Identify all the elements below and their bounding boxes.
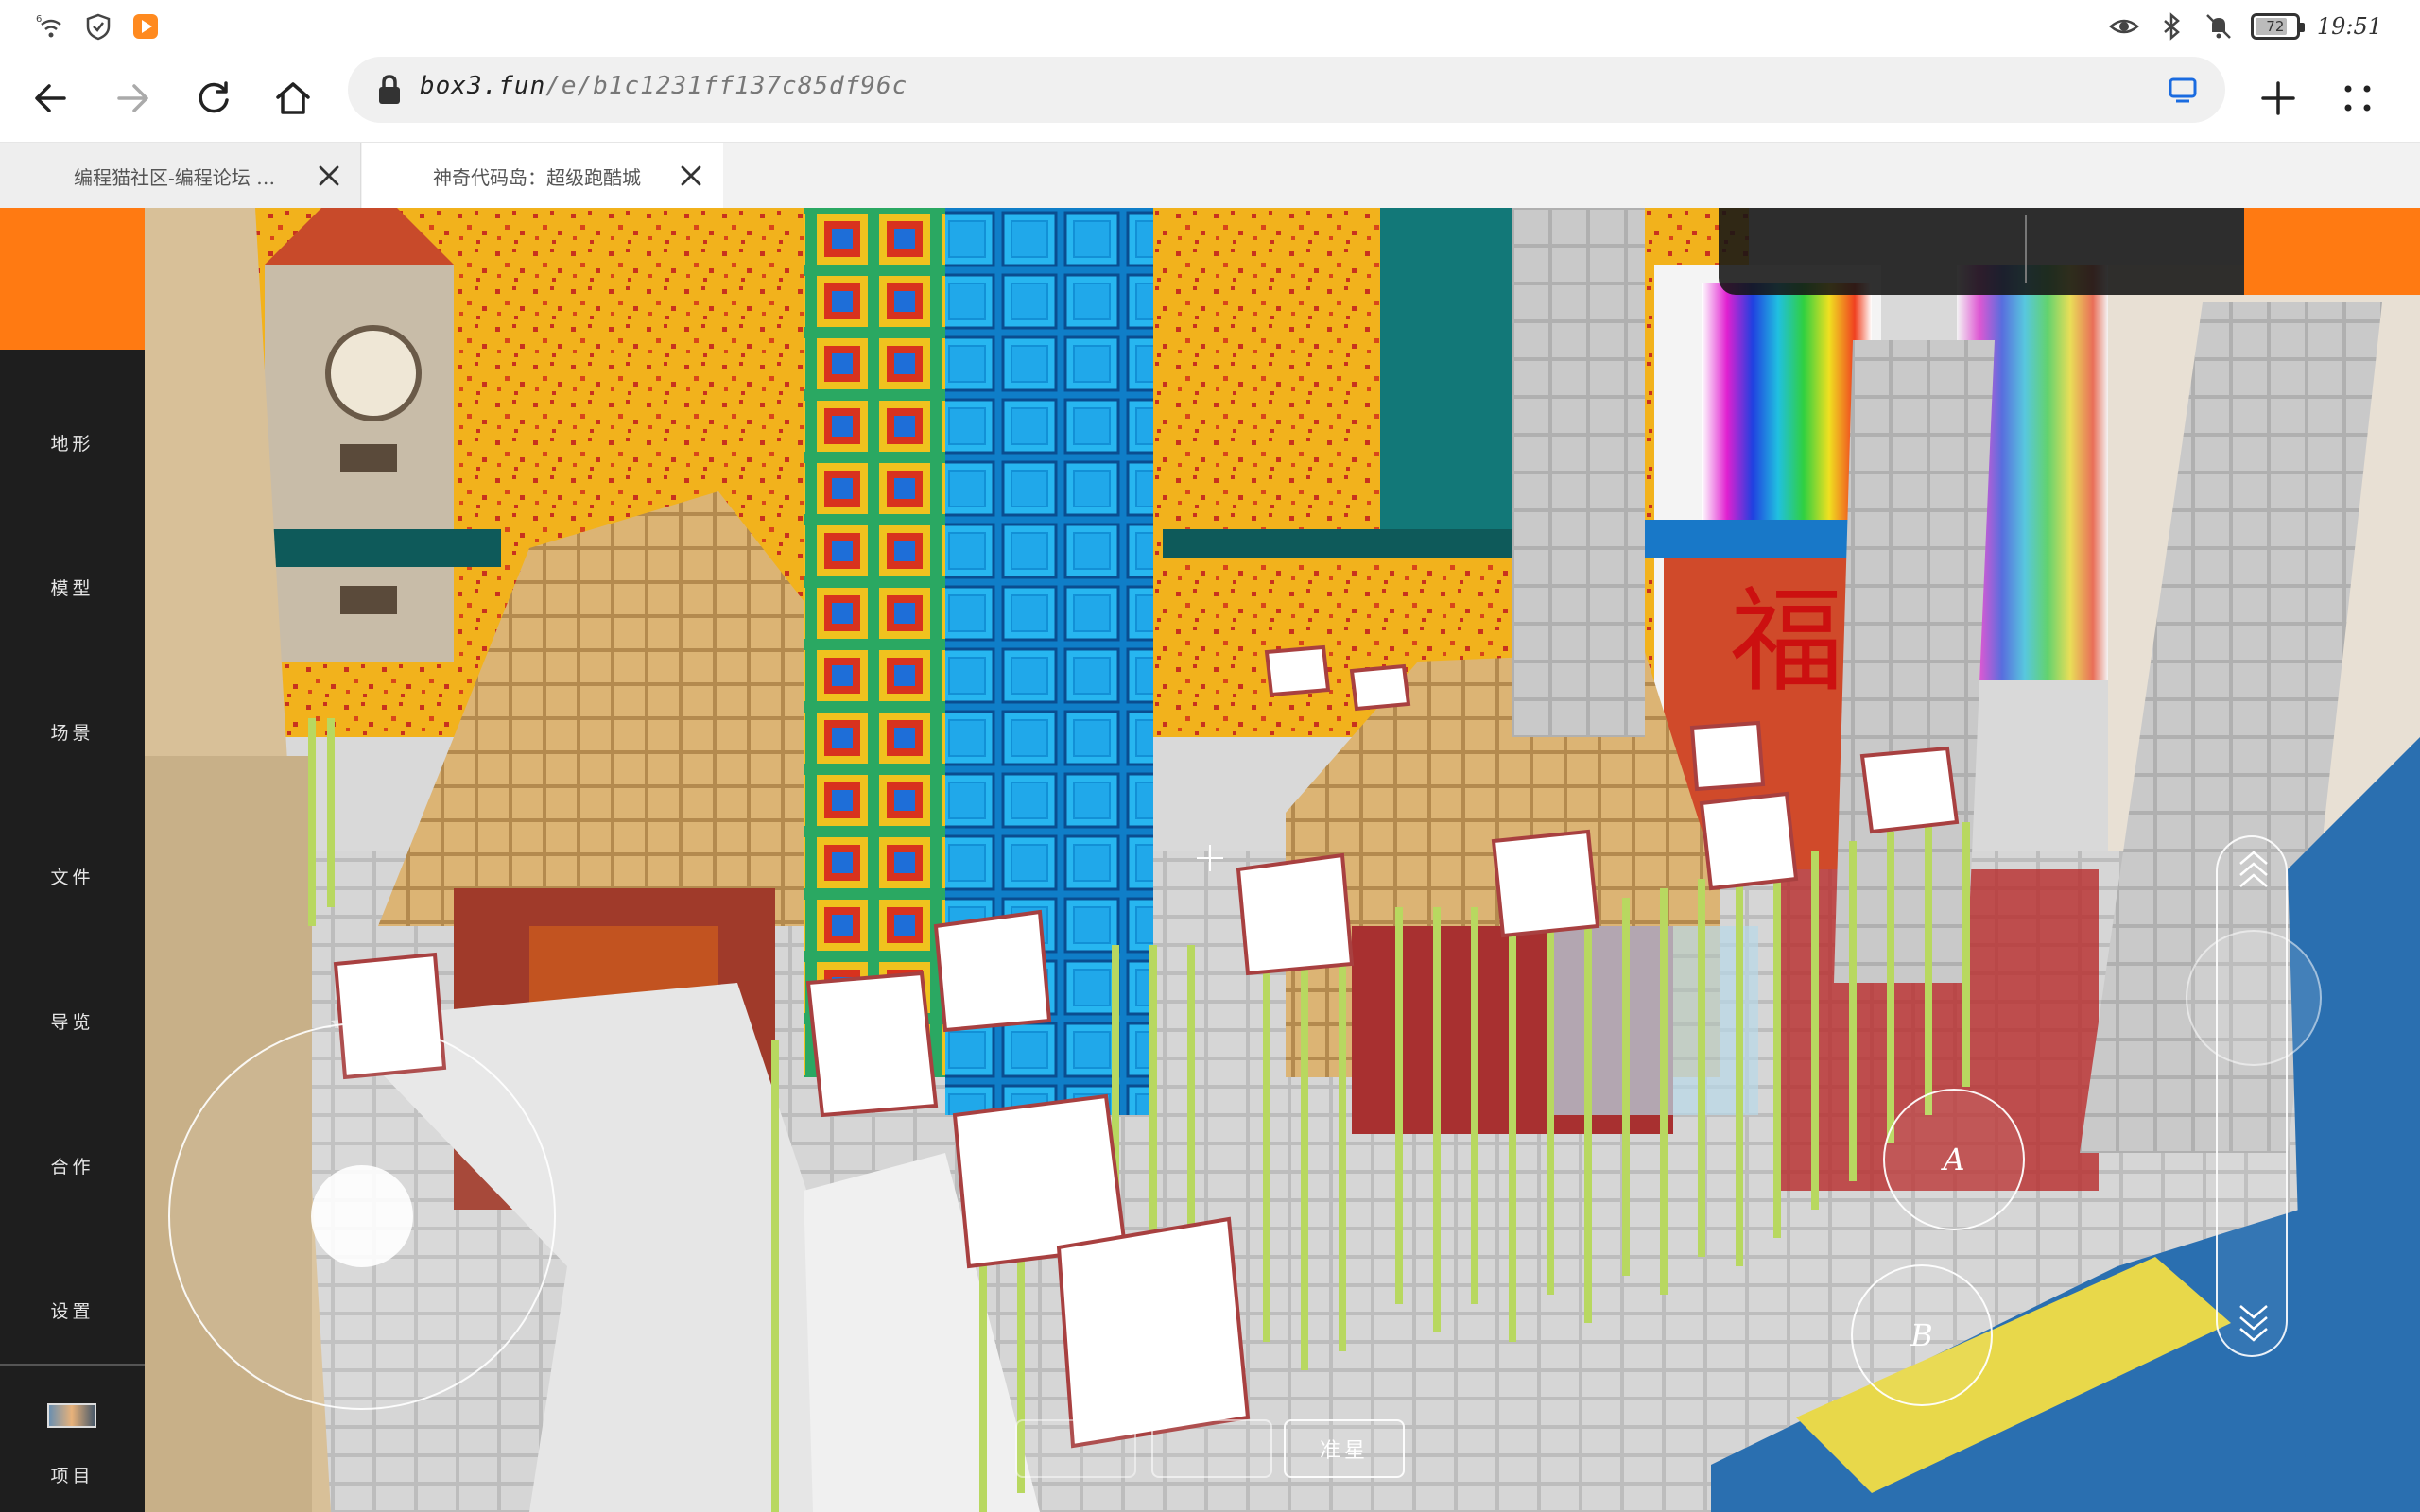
battery-level: 72 <box>2266 18 2285 35</box>
reload-button[interactable] <box>183 68 244 129</box>
close-icon[interactable] <box>315 162 343 190</box>
side-item-project[interactable]: 项目 <box>0 1446 145 1503</box>
url-path: /e/b1c1231ff137c85df96c <box>545 72 908 100</box>
arrow-right-icon <box>117 84 148 112</box>
url-host: box3.fun <box>420 72 546 100</box>
top-toolbar-overlay[interactable] <box>1719 208 2244 295</box>
project-thumbnail[interactable] <box>47 1403 96 1428</box>
chevrons-down-icon[interactable] <box>2231 1302 2276 1348</box>
side-item-settings[interactable]: 设置 <box>0 1281 145 1338</box>
svg-text:6: 6 <box>36 14 42 25</box>
joystick-knob[interactable] <box>311 1165 413 1267</box>
new-tab-button[interactable] <box>2248 68 2308 129</box>
tab-community[interactable]: 编程猫社区-编程论坛 … <box>0 143 361 209</box>
plus-icon <box>2261 81 2295 115</box>
fly-control-knob[interactable] <box>2186 930 2322 1066</box>
side-item-terrain[interactable]: 地形 <box>0 414 145 471</box>
shield-icon <box>83 11 113 42</box>
side-item-collaborate[interactable]: 合作 <box>0 1137 145 1194</box>
back-button[interactable] <box>21 68 81 129</box>
clock: 19:51 <box>2316 13 2382 40</box>
chevrons-up-icon[interactable] <box>2231 845 2276 890</box>
menu-button[interactable] <box>2327 68 2388 129</box>
side-panel-header <box>0 208 145 350</box>
desktop-mode-icon[interactable] <box>2167 74 2199 106</box>
browser-toolbar: box3.fun/e/b1c1231ff137c85df96c <box>0 55 2420 142</box>
fly-control-slider[interactable] <box>2186 835 2322 1357</box>
game-viewport[interactable]: 福 地形 模型 场景 文件 导览 合作 设置 项目 A B 准星 <box>0 208 2420 1512</box>
app-notification-icon <box>130 11 161 42</box>
bottom-toggle-2[interactable] <box>1151 1419 1272 1478</box>
address-bar[interactable]: box3.fun/e/b1c1231ff137c85df96c <box>348 57 2225 123</box>
battery-icon: 72 <box>2250 13 2305 40</box>
movement-joystick[interactable] <box>168 1022 556 1410</box>
action-b-button[interactable]: B <box>1851 1264 1993 1406</box>
tab-bar: 编程猫社区-编程论坛 … 神奇代码岛：超级跑酷城 <box>0 142 2420 209</box>
svg-text:福: 福 <box>1730 576 1843 708</box>
wifi-icon: 6 <box>36 11 66 42</box>
tab-title: 神奇代码岛：超级跑酷城 <box>433 165 641 189</box>
url-text[interactable]: box3.fun/e/b1c1231ff137c85df96c <box>420 72 908 100</box>
bottom-toggle-1[interactable] <box>1015 1419 1136 1478</box>
lock-icon <box>379 75 400 104</box>
crosshair-icon <box>1197 845 1223 871</box>
action-a-button[interactable]: A <box>1883 1089 2025 1230</box>
side-item-scene[interactable]: 场景 <box>0 703 145 760</box>
eye-icon <box>2108 11 2139 42</box>
status-bar: 6 72 19:51 <box>0 0 2420 55</box>
close-icon[interactable] <box>677 162 705 190</box>
tab-title: 编程猫社区-编程论坛 … <box>74 165 276 189</box>
arrow-left-icon <box>35 84 66 112</box>
side-item-files[interactable]: 文件 <box>0 848 145 904</box>
forward-button[interactable] <box>102 68 163 129</box>
bluetooth-icon <box>2156 11 2187 42</box>
editor-side-panel: 地形 模型 场景 文件 导览 合作 设置 项目 <box>0 208 145 1512</box>
mute-icon <box>2204 11 2234 42</box>
home-icon <box>276 82 310 114</box>
home-button[interactable] <box>263 68 323 129</box>
dots-grid-icon <box>2344 85 2371 112</box>
tab-code-island[interactable]: 神奇代码岛：超级跑酷城 <box>362 143 723 209</box>
crosshair-toggle-button[interactable]: 准星 <box>1284 1419 1405 1478</box>
side-panel-divider <box>0 1364 145 1366</box>
reload-icon <box>199 81 229 113</box>
toolbar-divider <box>2025 215 2027 284</box>
side-item-guide[interactable]: 导览 <box>0 992 145 1049</box>
top-right-accent[interactable] <box>2244 208 2420 295</box>
side-item-models[interactable]: 模型 <box>0 558 145 615</box>
